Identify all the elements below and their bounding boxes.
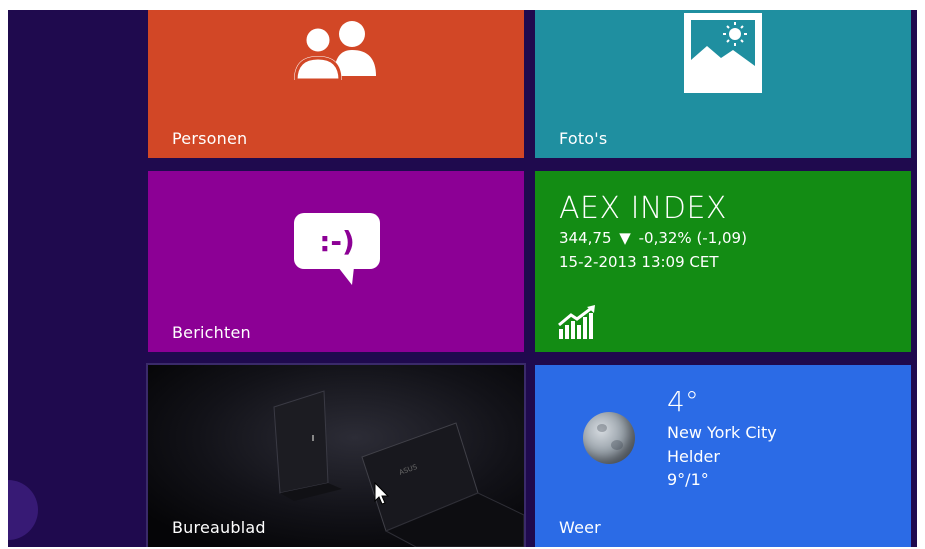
finance-title: AEX INDEX — [559, 191, 727, 226]
tile-label: Bureaublad — [172, 518, 266, 537]
chat-smiley-text: :-) — [319, 225, 355, 258]
tile-finance[interactable]: AEX INDEX 344,75 ▼ -0,32% (-1,09) 15-2-2… — [535, 171, 911, 352]
down-arrow-icon: ▼ — [619, 229, 631, 247]
tile-personen[interactable]: Personen — [148, 10, 524, 158]
weather-range: 9°/1° — [667, 470, 709, 489]
mouse-cursor-icon — [374, 482, 390, 505]
finance-date: 15-2-2013 13:09 CET — [559, 253, 719, 271]
tile-label: Foto's — [559, 129, 608, 148]
weather-condition: Helder — [667, 447, 720, 466]
finance-value: 344,75 — [559, 229, 612, 247]
finance-change: -0,32% (-1,09) — [638, 229, 747, 247]
start-screen: Personen Foto's :-) Berichten AEX INDEX … — [8, 10, 917, 547]
tile-label: Personen — [172, 129, 248, 148]
finance-value-line: 344,75 ▼ -0,32% (-1,09) — [559, 229, 747, 247]
finance-chart-icon — [558, 305, 595, 339]
tile-label: Weer — [559, 518, 601, 537]
tile-label: Berichten — [172, 323, 251, 342]
people-icon — [294, 21, 376, 82]
tile-weer[interactable]: 4° New York City Helder 9°/1° Weer — [535, 365, 911, 547]
tile-berichten[interactable]: :-) Berichten — [148, 171, 524, 352]
photo-icon — [684, 13, 762, 93]
chat-smiley-icon: :-) — [294, 213, 380, 285]
weather-temperature: 4° — [667, 385, 699, 418]
tile-desktop[interactable]: ASUS Bureaublad — [146, 363, 526, 547]
background-decoration — [8, 480, 38, 540]
moon-icon — [583, 412, 635, 464]
weather-city: New York City — [667, 423, 777, 442]
tile-fotos[interactable]: Foto's — [535, 10, 911, 158]
